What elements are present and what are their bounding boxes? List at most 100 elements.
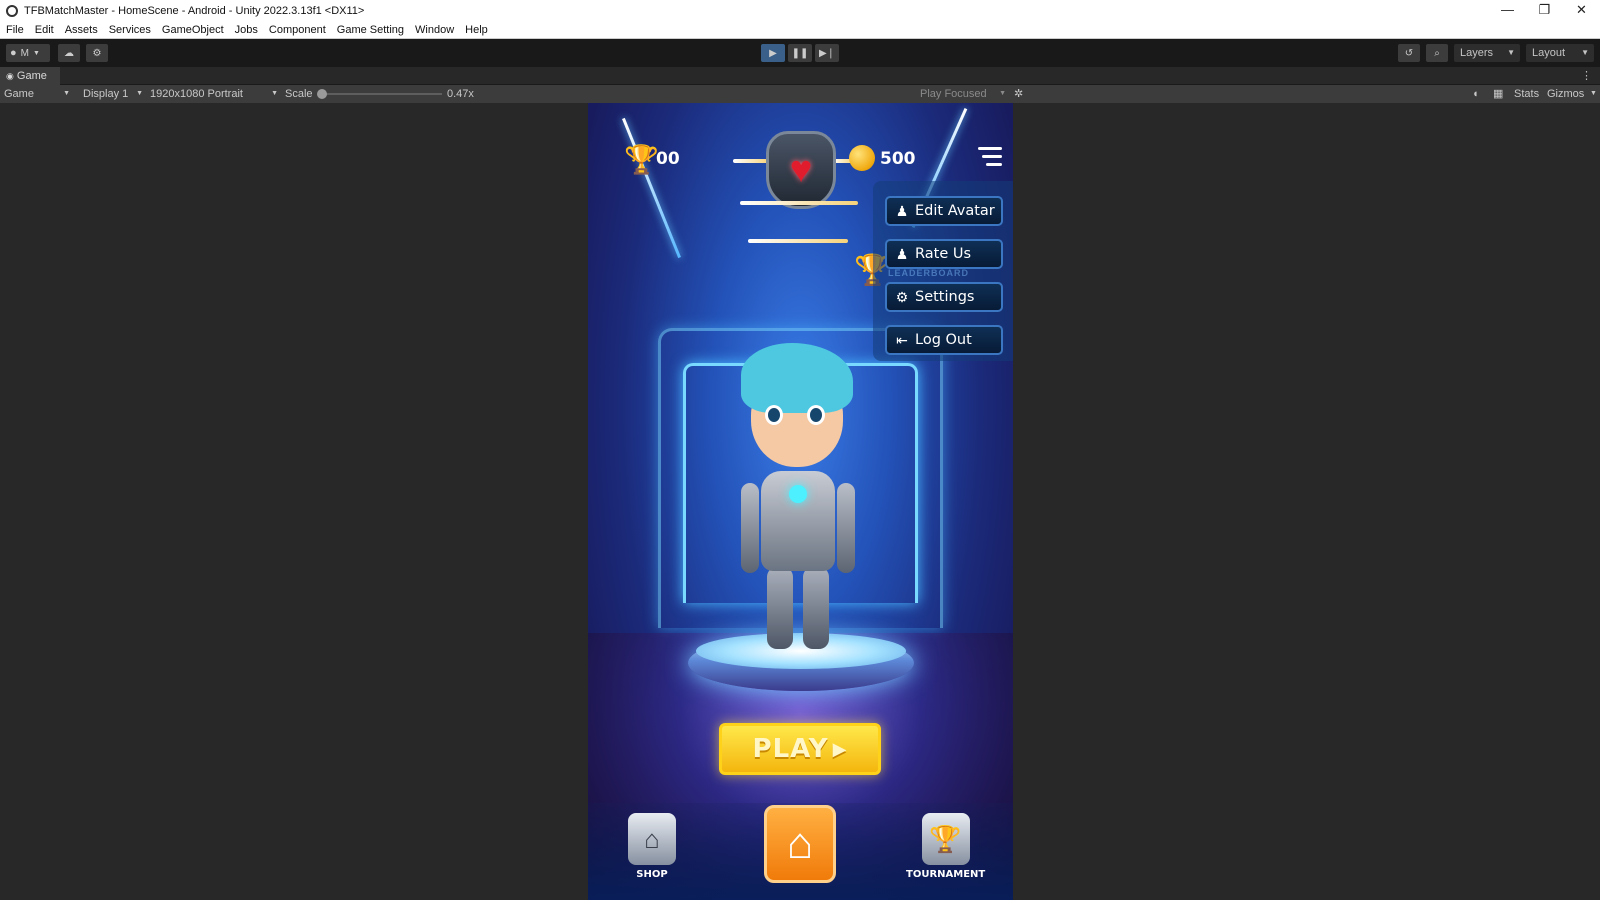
game-screen: 🏆 00 ♥ 500 🏆 ♟ Edit Avatar ♟ Rate Us LEA… [588,103,1013,900]
tournament-nav-button[interactable]: 🏆 TOURNAMENT [906,813,985,880]
menu-assets[interactable]: Assets [65,24,98,36]
display-dropdown[interactable]: Display 1 ▼ [83,85,143,103]
leaderboard-ghost-label: LEADERBOARD [888,268,970,278]
play-button[interactable]: PLAY ▶ [719,723,881,775]
chevron-down-icon: ▼ [136,90,143,97]
unity-logo-icon [6,4,18,17]
home-icon: ⌂ [764,805,836,883]
tournament-trophy-icon: 🏆 [921,813,970,865]
chevron-down-icon: ▼ [271,90,278,97]
menu-component[interactable]: Component [269,24,326,36]
scale-slider-track[interactable] [320,93,442,95]
avatar-eye [765,405,783,425]
avatar-arm [837,483,855,573]
health-bar-left [733,159,769,163]
play-label: PLAY [752,734,829,764]
pause-icon: ❚❚ [791,47,809,59]
trophy-count: 00 [656,149,680,169]
avatar-core-light [789,485,807,503]
audio-mute-icon[interactable]: ◖ [1472,85,1479,103]
account-dropdown[interactable]: ● M ▼ [6,44,50,62]
player-avatar[interactable] [733,343,863,653]
chevron-down-icon[interactable]: ▼ [1590,85,1597,103]
step-button[interactable]: ▶❘ [815,44,839,62]
resolution-dropdown[interactable]: 1920x1080 Portrait ▼ [150,85,278,103]
shop-label: SHOP [636,869,668,880]
play-arrow-icon: ▶ [832,738,848,760]
gear-icon: ⚙ [895,288,909,305]
settings-button[interactable]: ⚙ Settings [885,282,1003,312]
account-label: M [20,47,29,59]
layers-dropdown[interactable]: Layers ▼ [1454,44,1520,62]
main-toolbar: ● M ▼ ☁ ⚙ ▶ ❚❚ ▶❘ ↺ ⌕ Layers ▼ Layout ▼ [0,39,1600,67]
log-out-button[interactable]: ⇤ Log Out [885,325,1003,355]
lives-badge[interactable]: ♥ [766,131,836,209]
window-controls: — ❐ ✕ [1489,0,1600,21]
home-nav-button[interactable]: ⌂ [764,805,836,883]
bug-icon[interactable]: ✲ [1014,85,1023,103]
logout-icon: ⇤ [896,331,908,348]
shop-nav-button[interactable]: ⌂ SHOP [628,813,676,880]
menu-game-setting[interactable]: Game Setting [337,24,404,36]
avatar-leg [803,567,829,649]
layout-label: Layout [1532,47,1566,59]
menu-services[interactable]: Services [109,24,151,36]
shop-icon: ⌂ [628,813,676,865]
play-mode-button[interactable]: ▶ [761,44,785,62]
view-mode-dropdown[interactable]: Game ▼ [4,85,72,103]
tab-game-label: Game [16,70,47,82]
play-icon: ▶ [769,47,777,59]
menu-bar: File Edit Assets Services GameObject Job… [0,21,1600,39]
rate-us-button[interactable]: ♟ Rate Us [885,239,1003,269]
heart-icon: ♥ [789,148,813,191]
menu-gameobject[interactable]: GameObject [162,24,224,36]
display-label: Display 1 [83,88,129,100]
menu-jobs[interactable]: Jobs [235,24,258,36]
avatar-arm [741,483,759,573]
search-button[interactable]: ⌕ [1426,44,1448,62]
neon-light [622,117,681,259]
cloud-button[interactable]: ☁ [58,44,80,62]
chevron-down-icon: ▼ [33,49,40,57]
window-titlebar: TFBMatchMaster - HomeScene - Android - U… [0,0,1600,21]
rate-us-label: Rate Us [915,246,972,262]
coin-icon [849,145,875,171]
play-mode-dropdown[interactable]: Play Focused ▼ [920,85,1006,103]
history-icon: ↺ [1404,47,1414,59]
search-icon: ⌕ [1434,47,1440,59]
pause-button[interactable]: ❚❚ [788,44,812,62]
person-icon: ♟ [895,202,909,219]
stats-button[interactable]: Stats [1514,85,1539,103]
menu-file[interactable]: File [6,24,24,36]
menu-window[interactable]: Window [415,24,454,36]
menu-help[interactable]: Help [465,24,488,36]
person-icon: ♟ [895,245,909,262]
gizmos-button[interactable]: Gizmos [1547,85,1584,103]
avatar-hair [741,343,853,413]
view-mode-label: Game [4,88,34,100]
chevron-down-icon: ▼ [1581,48,1589,57]
more-options-icon[interactable]: ⋮ [1581,69,1592,82]
close-button[interactable]: ✕ [1563,0,1600,21]
scale-slider-handle[interactable] [317,89,327,99]
menu-edit[interactable]: Edit [35,24,54,36]
collab-button[interactable]: ⚙ [86,44,108,62]
gamepad-icon: ◉ [6,71,14,81]
edit-avatar-button[interactable]: ♟ Edit Avatar [885,196,1003,226]
layout-dropdown[interactable]: Layout ▼ [1526,44,1594,62]
bottom-navigation: ⌂ SHOP ⌂ 🏆 TOURNAMENT [588,803,1013,900]
account-icon: ● [10,47,17,59]
avatar-eye [807,405,825,425]
tab-game[interactable]: ◉ Game [0,67,60,85]
grid-icon[interactable]: ▦ [1493,85,1503,103]
scale-label: Scale [285,88,313,100]
minimize-button[interactable]: — [1489,0,1526,21]
undo-history-button[interactable]: ↺ [1398,44,1420,62]
lives-progress-bar [740,201,858,205]
lives-progress-bar [748,239,848,243]
hamburger-menu-icon[interactable] [978,147,1002,171]
chevron-down-icon: ▼ [1507,48,1515,57]
avatar-leg [767,567,793,649]
maximize-button[interactable]: ❐ [1526,0,1563,21]
cloud-icon: ☁ [64,47,74,59]
